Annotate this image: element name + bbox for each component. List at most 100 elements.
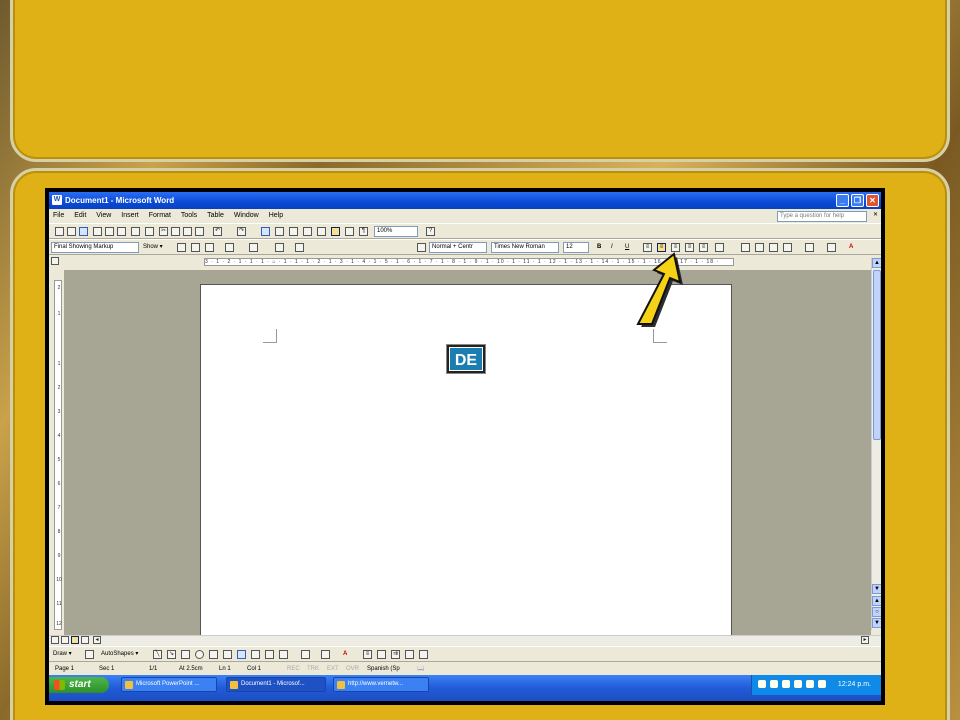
- paste-icon[interactable]: [183, 227, 192, 236]
- arrow-tool-icon[interactable]: ↘: [167, 650, 176, 659]
- permission-icon[interactable]: [93, 227, 102, 236]
- insert-comment-icon[interactable]: [249, 243, 258, 252]
- draw-font-color-icon[interactable]: A: [343, 650, 347, 659]
- previous-change-icon[interactable]: [177, 243, 186, 252]
- status-ext[interactable]: EXT: [327, 663, 339, 675]
- task-browser[interactable]: http://www.vernetw...: [333, 677, 429, 692]
- document-map-icon[interactable]: [345, 227, 354, 236]
- tab-selector-icon[interactable]: [51, 257, 59, 265]
- close-document-icon[interactable]: ✕: [873, 211, 878, 220]
- markup-combo[interactable]: Final Showing Markup: [51, 242, 139, 253]
- rectangle-icon[interactable]: [181, 650, 190, 659]
- columns-icon[interactable]: [317, 227, 326, 236]
- underline-button[interactable]: U: [625, 243, 629, 252]
- horizontal-scrollbar[interactable]: ◂ ▸: [49, 635, 881, 645]
- web-layout-icon[interactable]: [61, 636, 69, 644]
- previous-page-button[interactable]: ▲: [872, 596, 881, 606]
- line-spacing-icon[interactable]: [715, 243, 724, 252]
- vertical-scrollbar[interactable]: ▲ ▼ ▲ ○ ▼: [871, 258, 881, 630]
- arrow-style-icon[interactable]: ⇉: [391, 650, 400, 659]
- start-button[interactable]: start: [49, 677, 109, 693]
- menu-table[interactable]: Table: [203, 209, 228, 223]
- shadow-style-icon[interactable]: [405, 650, 414, 659]
- zoom-combo[interactable]: 100%: [374, 226, 418, 237]
- scroll-up-button[interactable]: ▲: [872, 258, 881, 268]
- normal-view-icon[interactable]: [51, 636, 59, 644]
- print-layout-icon[interactable]: [71, 636, 79, 644]
- open-folder-icon[interactable]: [67, 227, 76, 236]
- vertical-ruler[interactable]: 2 1 1 2 3 4 5 6 7 8 9 10 11 12: [54, 280, 62, 630]
- menu-file[interactable]: File: [49, 209, 68, 223]
- line-color-icon[interactable]: [321, 650, 330, 659]
- help-icon[interactable]: ?: [426, 227, 435, 236]
- 3d-style-icon[interactable]: [419, 650, 428, 659]
- status-rec[interactable]: REC: [287, 663, 300, 675]
- task-word[interactable]: Document1 - Microsof...: [226, 677, 326, 692]
- increase-indent-icon[interactable]: [783, 243, 792, 252]
- scroll-thumb[interactable]: [873, 270, 881, 440]
- line-style-icon[interactable]: ≡: [363, 650, 372, 659]
- draw-menu-button[interactable]: Draw ▾: [53, 650, 72, 659]
- clip-art-icon[interactable]: [265, 650, 274, 659]
- copy-icon[interactable]: [171, 227, 180, 236]
- close-button[interactable]: ✕: [866, 194, 879, 207]
- tables-borders-icon[interactable]: [275, 227, 284, 236]
- print-preview-icon[interactable]: [117, 227, 126, 236]
- restore-button[interactable]: ❐: [851, 194, 864, 207]
- de-logo-image[interactable]: DE: [447, 345, 485, 373]
- font-size-combo[interactable]: 12: [563, 242, 589, 253]
- font-color-icon[interactable]: A: [849, 243, 853, 252]
- text-box-icon[interactable]: [209, 650, 218, 659]
- menu-help[interactable]: Help: [265, 209, 287, 223]
- spelling-icon[interactable]: [131, 227, 140, 236]
- tray-icon[interactable]: [770, 680, 778, 688]
- decrease-indent-icon[interactable]: [769, 243, 778, 252]
- autoshapes-menu-button[interactable]: AutoShapes ▾: [101, 650, 138, 659]
- scroll-left-button[interactable]: ◂: [93, 636, 101, 644]
- print-icon[interactable]: [105, 227, 114, 236]
- status-ovr[interactable]: OVR: [346, 663, 359, 675]
- vertical-text-box-icon[interactable]: [223, 650, 232, 659]
- menu-edit[interactable]: Edit: [70, 209, 90, 223]
- distributed-icon[interactable]: ≡: [699, 243, 708, 252]
- insert-table-icon[interactable]: [289, 227, 298, 236]
- diagram-icon[interactable]: [251, 650, 260, 659]
- reviewing-pane-icon[interactable]: [295, 243, 304, 252]
- new-document-icon[interactable]: [55, 227, 64, 236]
- save-icon[interactable]: [79, 227, 88, 236]
- tray-icon[interactable]: [782, 680, 790, 688]
- bold-button[interactable]: B: [597, 243, 601, 252]
- title-bar[interactable]: W Document1 - Microsoft Word _ ❐ ✕: [49, 192, 881, 209]
- wordart-icon[interactable]: [237, 650, 246, 659]
- undo-icon[interactable]: ↶: [213, 227, 222, 236]
- drawing-icon[interactable]: [331, 227, 340, 236]
- bullets-icon[interactable]: [755, 243, 764, 252]
- italic-button[interactable]: I: [611, 243, 613, 252]
- next-change-icon[interactable]: [191, 243, 200, 252]
- reject-change-icon[interactable]: [225, 243, 234, 252]
- tray-icon[interactable]: [806, 680, 814, 688]
- scroll-right-button[interactable]: ▸: [861, 636, 869, 644]
- menu-window[interactable]: Window: [230, 209, 263, 223]
- oval-icon[interactable]: [195, 650, 204, 659]
- fill-color-icon[interactable]: [301, 650, 310, 659]
- spelling-status-icon[interactable]: 📖: [417, 663, 424, 675]
- outline-view-icon[interactable]: [81, 636, 89, 644]
- scroll-down-button[interactable]: ▼: [872, 584, 881, 594]
- research-icon[interactable]: [145, 227, 154, 236]
- horizontal-ruler[interactable]: 3 · 1 · 2 · 1 · 1 · 1 · ⌂ · 1 · 1 · 1 · …: [49, 256, 881, 268]
- next-page-button[interactable]: ▼: [872, 618, 881, 628]
- help-question-input[interactable]: Type a question for help: [777, 211, 867, 222]
- minimize-button[interactable]: _: [836, 194, 849, 207]
- redo-icon[interactable]: ↷: [237, 227, 246, 236]
- line-icon[interactable]: ╲: [153, 650, 162, 659]
- format-painter-icon[interactable]: [195, 227, 204, 236]
- document-page[interactable]: DE: [200, 284, 732, 644]
- browse-object-button[interactable]: ○: [872, 607, 881, 617]
- tray-icon[interactable]: [818, 680, 826, 688]
- tray-icon[interactable]: [794, 680, 802, 688]
- show-hide-icon[interactable]: ¶: [359, 227, 368, 236]
- highlight-icon[interactable]: [827, 243, 836, 252]
- style-combo[interactable]: Normal + Centr: [429, 242, 487, 253]
- hyperlink-icon[interactable]: [261, 227, 270, 236]
